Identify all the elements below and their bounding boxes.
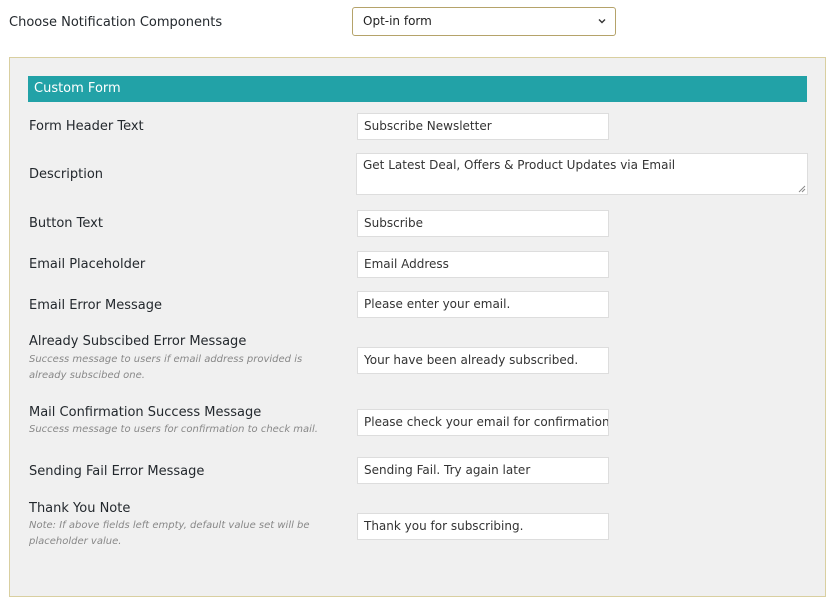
email-placeholder-label: Email Placeholder xyxy=(29,257,146,272)
notification-components-select[interactable]: Opt-in form xyxy=(352,7,616,36)
description-label: Description xyxy=(29,167,104,182)
thank-you-note-input[interactable]: Thank you for subscribing. xyxy=(357,513,609,540)
panel-header: Custom Form xyxy=(28,76,807,102)
notification-components-label: Choose Notification Components xyxy=(9,15,223,30)
resize-grip-icon[interactable] xyxy=(798,185,806,193)
chevron-down-icon xyxy=(598,19,606,24)
mail-confirmation-success-desc: Success message to users for confirmatio… xyxy=(29,424,318,435)
button-text-label: Button Text xyxy=(29,216,103,231)
description-value: Get Latest Deal, Offers & Product Update… xyxy=(363,158,676,172)
form-header-text-input[interactable]: Subscribe Newsletter xyxy=(357,113,609,140)
description-textarea[interactable]: Get Latest Deal, Offers & Product Update… xyxy=(356,153,808,195)
custom-form-panel: Custom Form Form Header Text Subscribe N… xyxy=(9,57,826,597)
email-error-message-input[interactable]: Please enter your email. xyxy=(357,291,609,318)
button-text-input[interactable]: Subscribe xyxy=(357,210,609,237)
select-value: Opt-in form xyxy=(363,14,432,28)
mail-confirmation-success-input[interactable]: Please check your email for confirmation… xyxy=(357,409,609,436)
already-subscribed-error-input[interactable]: Your have been already subscribed. xyxy=(357,347,609,374)
sending-fail-error-input[interactable]: Sending Fail. Try again later xyxy=(357,457,609,484)
form-header-text-label: Form Header Text xyxy=(29,119,144,134)
already-subscribed-error-label: Already Subscibed Error Message xyxy=(29,334,247,349)
thank-you-note-desc: Note: If above fields left empty, defaul… xyxy=(29,520,310,547)
email-error-message-label: Email Error Message xyxy=(29,298,162,313)
thank-you-note-label: Thank You Note xyxy=(29,501,131,516)
sending-fail-error-label: Sending Fail Error Message xyxy=(29,464,205,479)
email-placeholder-input[interactable]: Email Address xyxy=(357,251,609,278)
mail-confirmation-success-label: Mail Confirmation Success Message xyxy=(29,405,262,420)
already-subscribed-error-desc: Success message to users if email addres… xyxy=(29,354,303,381)
